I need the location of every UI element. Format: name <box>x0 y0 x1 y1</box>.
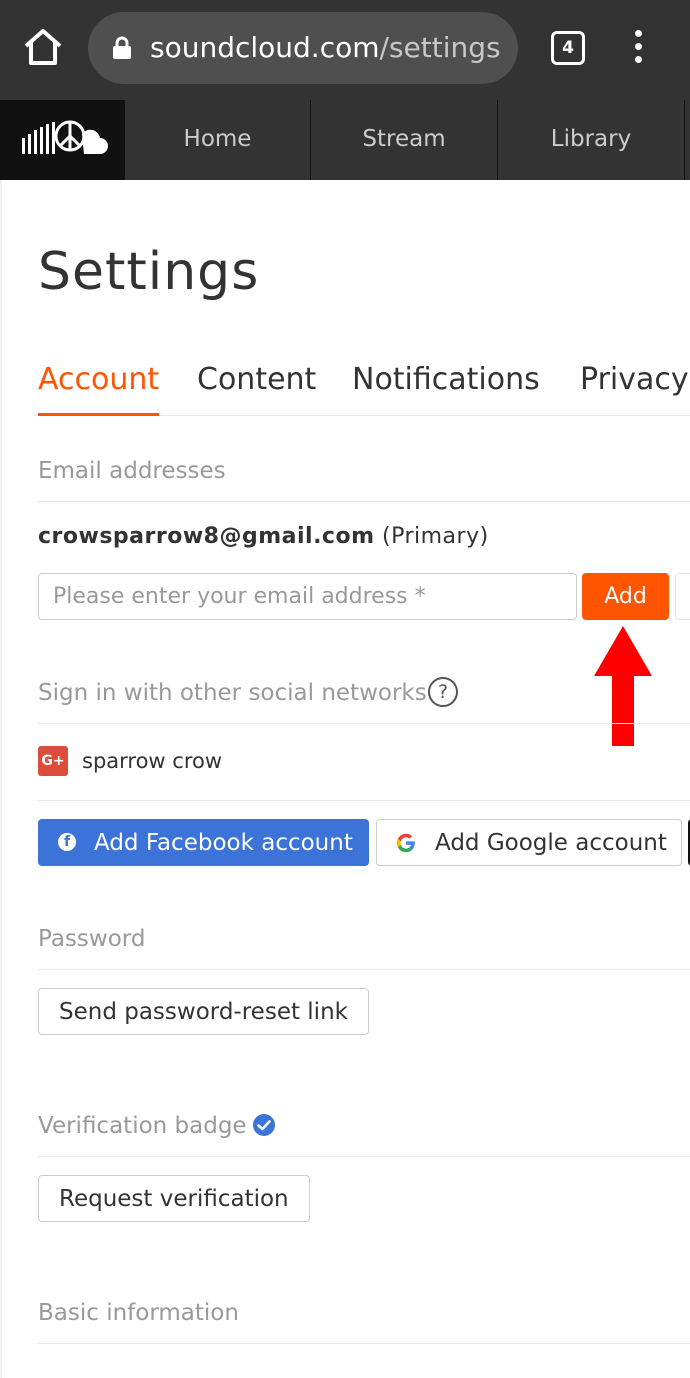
browser-menu-icon[interactable] <box>628 30 648 70</box>
help-icon[interactable]: ? <box>428 677 458 707</box>
url-domain: soundcloud.com <box>150 31 380 64</box>
verification-section-label: Verification badge <box>38 1113 247 1139</box>
add-google-label: Add Google account <box>435 829 667 856</box>
send-password-reset-button[interactable]: Send password-reset link <box>38 988 369 1035</box>
divider <box>38 969 690 970</box>
verified-badge-icon <box>253 1114 275 1136</box>
browser-toolbar: soundcloud.com/settings 4 <box>0 0 690 100</box>
soundcloud-logo-icon <box>22 120 108 154</box>
tab-account[interactable]: Account <box>38 362 160 416</box>
add-facebook-label: Add Facebook account <box>94 829 353 856</box>
divider <box>38 1343 690 1344</box>
add-facebook-button[interactable]: f Add Facebook account <box>38 819 369 866</box>
basic-info-section-label: Basic information <box>38 1300 239 1326</box>
primary-tag: (Primary) <box>374 524 489 549</box>
primary-email-address: crowsparrow8@gmail.com <box>38 524 375 549</box>
tab-switcher-button[interactable]: 4 <box>551 31 585 65</box>
url-path: /settings <box>379 31 501 64</box>
nav-home[interactable]: Home <box>124 100 310 180</box>
tab-content[interactable]: Content <box>197 362 316 416</box>
site-header: Home Stream Library <box>0 100 690 180</box>
settings-content: Settings Account Content Notifications P… <box>0 180 690 1378</box>
primary-email: crowsparrow8@gmail.com (Primary) <box>38 524 489 549</box>
settings-tabs: Account Content Notifications Privacy <box>38 362 690 416</box>
nav-overflow[interactable] <box>684 100 690 180</box>
soundcloud-logo[interactable] <box>0 100 124 180</box>
tab-notifications[interactable]: Notifications <box>352 362 540 416</box>
cancel-button[interactable] <box>675 573 690 620</box>
red-arrow-annotation <box>594 626 652 746</box>
google-plus-icon: G+ <box>38 746 68 776</box>
request-verification-button[interactable]: Request verification <box>38 1175 310 1222</box>
password-section-label: Password <box>38 926 146 952</box>
nav-stream[interactable]: Stream <box>310 100 497 180</box>
lock-icon <box>113 36 131 59</box>
google-icon <box>396 833 415 853</box>
social-section-label: Sign in with other social networks <box>38 680 427 706</box>
home-icon[interactable] <box>22 26 64 68</box>
email-input[interactable] <box>38 573 577 620</box>
facebook-icon: f <box>58 833 76 851</box>
divider <box>38 800 690 801</box>
divider <box>38 501 690 502</box>
nav-library[interactable]: Library <box>497 100 684 180</box>
divider <box>38 723 690 724</box>
connected-account-name: sparrow crow <box>82 749 223 773</box>
email-section-label: Email addresses <box>38 458 226 484</box>
address-bar[interactable]: soundcloud.com/settings <box>88 12 518 84</box>
add-google-button[interactable]: Add Google account <box>376 819 682 866</box>
tab-privacy[interactable]: Privacy <box>580 362 689 416</box>
page-title: Settings <box>38 242 260 302</box>
divider <box>38 1156 690 1157</box>
url-text: soundcloud.com/settings <box>150 30 501 66</box>
add-email-button[interactable]: Add <box>582 573 669 620</box>
